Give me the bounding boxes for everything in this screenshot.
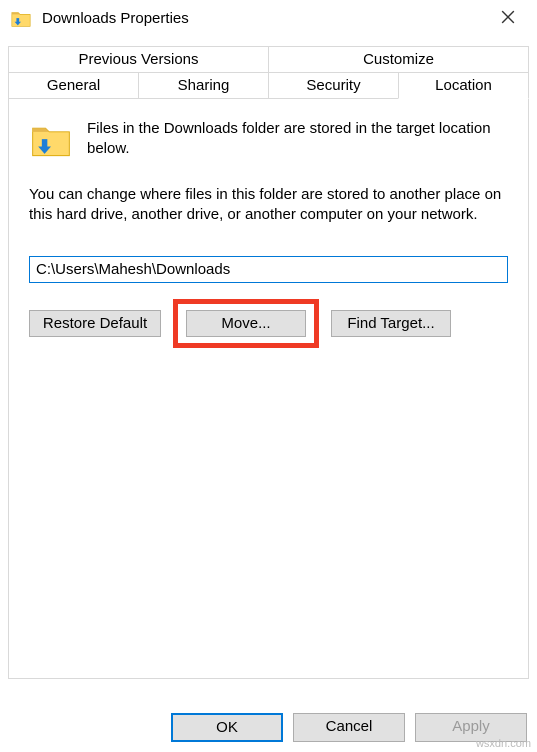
tab-location[interactable]: Location (398, 72, 529, 99)
move-button-highlight: Move... (173, 299, 319, 348)
cancel-button[interactable]: Cancel (293, 713, 405, 742)
path-input[interactable] (29, 256, 508, 283)
tab-general[interactable]: General (8, 72, 138, 99)
tab-previous-versions[interactable]: Previous Versions (8, 46, 268, 72)
watermark-text: wsxdn.com (476, 738, 531, 750)
description-text-2: You can change where files in this folde… (29, 185, 508, 226)
downloads-folder-icon (10, 8, 32, 30)
restore-default-button[interactable]: Restore Default (29, 310, 161, 337)
tab-customize[interactable]: Customize (268, 46, 529, 72)
tab-sharing[interactable]: Sharing (138, 72, 268, 99)
ok-button[interactable]: OK (171, 713, 283, 742)
find-target-button[interactable]: Find Target... (331, 310, 451, 337)
downloads-folder-large-icon (29, 119, 73, 163)
tab-strip: Previous Versions Customize General Shar… (8, 46, 529, 99)
titlebar: Downloads Properties (0, 0, 537, 38)
close-button[interactable] (489, 4, 527, 33)
window-title: Downloads Properties (42, 10, 189, 27)
button-row: Restore Default Move... Find Target... (29, 299, 508, 348)
tab-security[interactable]: Security (268, 72, 398, 99)
dialog-footer: OK Cancel Apply (171, 713, 527, 742)
location-panel: Files in the Downloads folder are stored… (8, 99, 529, 679)
description-text-1: Files in the Downloads folder are stored… (87, 119, 508, 160)
move-button[interactable]: Move... (186, 310, 306, 337)
